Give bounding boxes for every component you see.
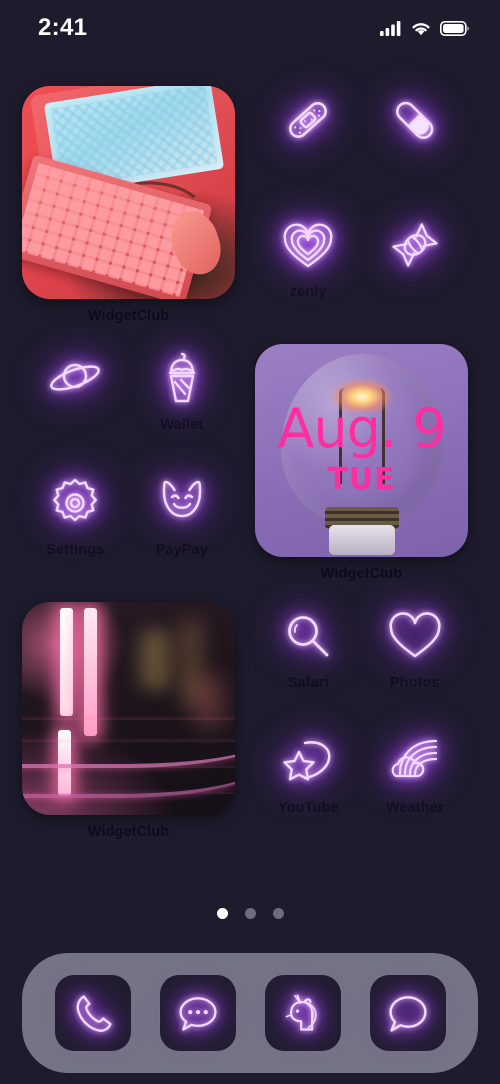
pill-icon <box>381 86 449 154</box>
planet-saturn-icon <box>41 344 109 412</box>
bokeh-shape <box>140 630 170 690</box>
app-candy[interactable] <box>362 211 469 324</box>
neon-tracks-widget[interactable]: WidgetClub <box>22 602 235 840</box>
status-bar: 2:41 <box>0 0 500 56</box>
dock-app-chat[interactable] <box>369 975 446 1051</box>
neon-light-bar <box>84 608 97 736</box>
app-label: Wallet <box>160 417 204 433</box>
battery-full-icon <box>440 20 469 36</box>
app-settings[interactable]: Settings <box>22 469 129 582</box>
app-bandage[interactable] <box>255 86 362 199</box>
app-pill[interactable] <box>362 86 469 199</box>
dock-app-messages[interactable] <box>159 975 236 1051</box>
app-label: Weather <box>385 800 444 816</box>
page-dot-2[interactable] <box>244 908 256 919</box>
home-row-2: Wallet Settings PayPay Aug. 9 TUE Widget… <box>22 344 478 582</box>
heart-outline-icon <box>381 602 449 670</box>
shooting-star-icon <box>274 727 342 795</box>
wifi-icon <box>412 22 430 35</box>
widget-label: WidgetClub <box>320 566 403 582</box>
app-weather[interactable]: Weather <box>362 727 469 840</box>
home-screen-grid: WidgetClub zenly Wallet Settings PayPay … <box>0 86 500 860</box>
dock-app-phone[interactable] <box>54 975 131 1051</box>
retro-computer-widget[interactable]: WidgetClub <box>22 86 235 324</box>
app-label: PayPay <box>155 542 208 558</box>
icon-group-system: Wallet Settings PayPay <box>22 344 235 582</box>
widget-label: WidgetClub <box>87 308 170 324</box>
bulb-base-shape <box>329 525 395 555</box>
app-safari[interactable]: Safari <box>255 602 362 715</box>
magnifying-glass-icon <box>274 602 342 670</box>
widget-weekday-text: TUE <box>327 462 396 497</box>
neon-light-bar <box>60 608 73 716</box>
app-label: Safari <box>287 675 329 691</box>
bandage-icon <box>274 86 342 154</box>
ballast-glow <box>22 731 172 815</box>
status-indicators <box>380 20 470 36</box>
gear-icon <box>41 469 109 537</box>
retro-computer-artwork <box>22 86 235 299</box>
icon-group-apps: Safari Photos YouTube Weather <box>255 602 468 840</box>
app-label: YouTube <box>277 800 339 816</box>
page-indicator[interactable] <box>0 908 500 919</box>
cellular-signal-icon <box>380 20 401 36</box>
lightbulb-artwork: Aug. 9 TUE <box>255 344 468 557</box>
icon-group-health: zenly <box>255 86 468 324</box>
app-youtube[interactable]: YouTube <box>255 727 362 840</box>
neon-tracks-artwork <box>22 602 235 815</box>
candy-icon <box>381 211 449 279</box>
home-row-3: WidgetClub Safari Photos YouTube Weather <box>22 602 478 840</box>
app-photos[interactable]: Photos <box>362 602 469 715</box>
widget-label: WidgetClub <box>87 824 170 840</box>
app-label: Photos <box>389 675 440 691</box>
home-row-1: WidgetClub zenly <box>22 86 478 324</box>
page-dot-1[interactable] <box>216 908 228 919</box>
status-time: 2:41 <box>38 14 88 41</box>
widget-date-text: Aug. 9 <box>277 397 446 460</box>
devil-face-icon <box>148 469 216 537</box>
rainbow-cloud-icon <box>381 727 449 795</box>
dock <box>22 953 478 1073</box>
dock-app-unicorn[interactable] <box>264 975 341 1051</box>
app-planet[interactable] <box>22 344 129 457</box>
heart-layered-icon <box>274 211 342 279</box>
app-zenly[interactable]: zenly <box>255 211 362 324</box>
app-wallet[interactable]: Wallet <box>129 344 236 457</box>
app-label: Settings <box>46 542 105 558</box>
ice-cream-icon <box>148 344 216 412</box>
page-dot-3[interactable] <box>272 908 284 919</box>
app-label: zenly <box>289 284 327 300</box>
lightbulb-date-widget[interactable]: Aug. 9 TUE WidgetClub <box>255 344 468 582</box>
app-paypay[interactable]: PayPay <box>129 469 236 582</box>
